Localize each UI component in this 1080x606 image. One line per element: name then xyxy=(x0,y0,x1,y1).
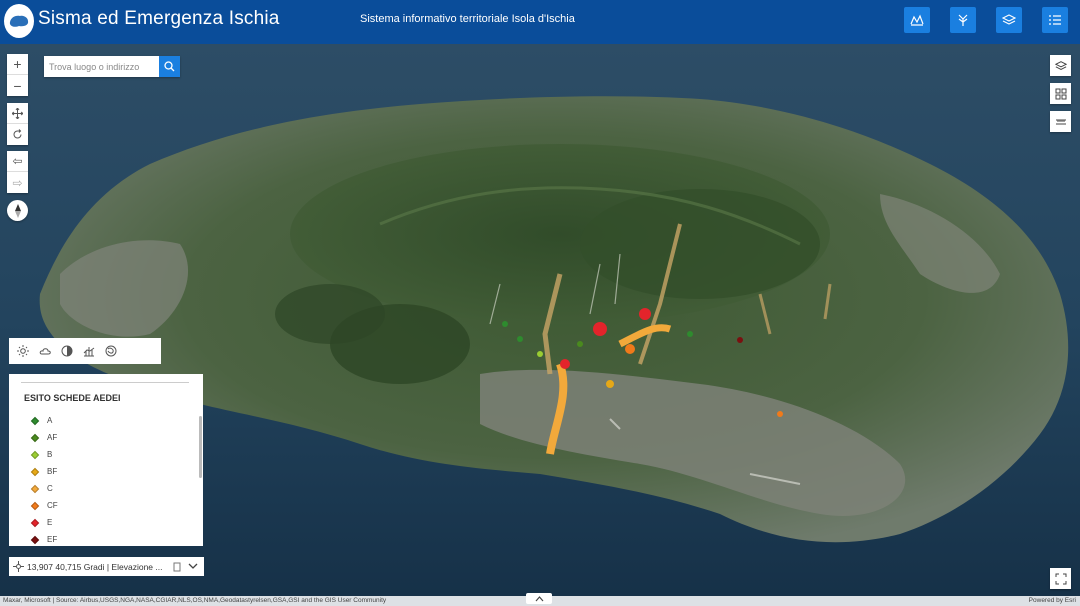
fullscreen-icon xyxy=(1055,573,1066,584)
coordinate-conversion: 13,907 40,715 Gradi | Elevazione ... xyxy=(9,557,204,576)
chevron-up-icon xyxy=(535,595,543,601)
legend-list: A AF B BF C CF E EF xyxy=(30,412,58,546)
app-header: Sisma ed Emergenza Ischia Sistema inform… xyxy=(0,0,1080,44)
search-button[interactable] xyxy=(159,56,180,77)
analysis-icon xyxy=(958,14,968,26)
copy-button[interactable] xyxy=(169,562,185,572)
copy-icon xyxy=(173,562,180,571)
legend-title: ESITO SCHEDE AEDEI xyxy=(24,393,121,403)
diamond-icon xyxy=(30,518,40,527)
measure-icon xyxy=(1055,119,1066,124)
basemap-gallery-button[interactable] xyxy=(1050,83,1071,104)
elevation-profile-icon xyxy=(83,347,95,357)
layers-icon xyxy=(1054,60,1067,70)
analysis-tools-bar xyxy=(9,338,161,364)
daylight-button[interactable] xyxy=(16,344,30,358)
app-logo xyxy=(4,4,34,38)
minus-icon: − xyxy=(13,77,22,94)
search-input[interactable] xyxy=(44,56,159,77)
diamond-icon xyxy=(30,416,40,425)
legend-item: E xyxy=(30,514,58,531)
legend-item-label: C xyxy=(47,484,53,493)
attribution-text: Maxar, Microsoft | Source: Airbus,USGS,N… xyxy=(3,597,387,604)
diamond-icon xyxy=(30,501,40,510)
list-icon xyxy=(1049,15,1061,25)
legend-item-label: CF xyxy=(47,501,58,510)
legend-item-label: EF xyxy=(47,535,58,544)
measure-button[interactable] xyxy=(1050,111,1071,132)
compass-button[interactable] xyxy=(7,200,28,221)
pan-icon xyxy=(12,107,23,119)
arrow-right-icon: ⇨ xyxy=(12,175,23,190)
navigation-toggle xyxy=(7,103,28,145)
locate-button[interactable] xyxy=(9,561,27,572)
shadow-cast-button[interactable] xyxy=(60,344,74,358)
app-subtitle: Sistema informativo territoriale Isola d… xyxy=(360,13,575,25)
expand-button[interactable] xyxy=(185,563,201,570)
slice-button[interactable] xyxy=(104,344,118,358)
slice-icon xyxy=(105,345,117,357)
legend-item: CF xyxy=(30,497,58,514)
diamond-icon xyxy=(30,467,40,476)
legend-item: B xyxy=(30,446,58,463)
previous-view-button[interactable]: ⇦ xyxy=(7,151,28,172)
legend-item: AF xyxy=(30,429,58,446)
rotate-button[interactable] xyxy=(7,124,28,145)
pan-button[interactable] xyxy=(7,103,28,124)
legend-panel: ESITO SCHEDE AEDEI A AF B BF C CF E EF xyxy=(9,374,203,546)
legend-item-label: B xyxy=(47,450,53,459)
powered-by[interactable]: Powered by Esri xyxy=(1029,596,1076,606)
island-logo-icon xyxy=(9,15,29,27)
diamond-icon xyxy=(30,535,40,544)
search-widget xyxy=(44,56,180,77)
diamond-icon xyxy=(30,484,40,493)
diamond-icon xyxy=(30,433,40,442)
legend-item-label: E xyxy=(47,518,53,527)
legend-item-label: A xyxy=(47,416,53,425)
diamond-icon xyxy=(30,450,40,459)
view-history: ⇦ ⇨ xyxy=(7,151,28,193)
attribution-toggle[interactable] xyxy=(526,593,552,604)
legend-item: BF xyxy=(30,463,58,480)
analysis-button[interactable] xyxy=(950,7,976,33)
arrow-left-icon: ⇦ xyxy=(12,154,23,168)
elevation-profile-button[interactable] xyxy=(82,344,96,358)
plus-icon: + xyxy=(13,56,22,72)
legend-item-label: BF xyxy=(47,467,58,476)
coordinate-readout: 13,907 40,715 Gradi | Elevazione ... xyxy=(27,561,163,572)
list-button[interactable] xyxy=(1042,7,1068,33)
legend-divider xyxy=(21,382,189,383)
chart-button[interactable] xyxy=(904,7,930,33)
zoom-controls: + − xyxy=(7,54,28,96)
next-view-button[interactable]: ⇨ xyxy=(7,172,28,193)
fullscreen-button[interactable] xyxy=(1050,568,1071,589)
chart-icon xyxy=(910,14,924,26)
weather-button[interactable] xyxy=(38,344,52,358)
legend-item-label: AF xyxy=(47,433,58,442)
legend-item: EF xyxy=(30,531,58,546)
legend-item: A xyxy=(30,412,58,429)
zoom-out-button[interactable]: − xyxy=(7,75,28,96)
crosshair-icon xyxy=(12,561,24,572)
daylight-icon xyxy=(17,345,29,357)
grid-icon xyxy=(1055,88,1066,99)
layers-icon xyxy=(1002,14,1016,25)
layer-list-button[interactable] xyxy=(1050,55,1071,76)
search-icon xyxy=(164,61,175,72)
legend-scrollbar[interactable] xyxy=(199,416,202,478)
shadow-icon xyxy=(61,345,73,357)
layers-button[interactable] xyxy=(996,7,1022,33)
app-title: Sisma ed Emergenza Ischia xyxy=(38,8,280,29)
chevron-down-icon xyxy=(188,563,198,569)
weather-icon xyxy=(39,348,51,355)
legend-item: C xyxy=(30,480,58,497)
rotate-icon xyxy=(13,129,22,139)
zoom-in-button[interactable]: + xyxy=(7,54,28,75)
compass-icon xyxy=(14,203,21,218)
